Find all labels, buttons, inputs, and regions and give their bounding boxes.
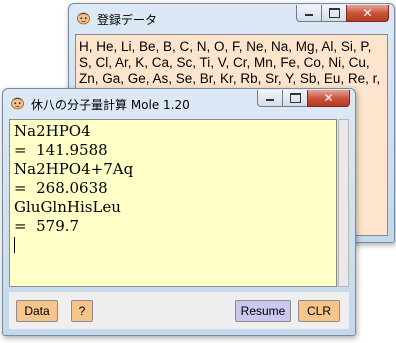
title-bar[interactable]: 休八の分子量計算 Mole 1.20 ✕ [3, 89, 355, 117]
minimize-icon [305, 14, 313, 16]
caption-buttons: ✕ [257, 90, 350, 108]
maximize-icon [329, 8, 340, 18]
face-icon [77, 12, 90, 25]
help-button[interactable]: ? [71, 300, 93, 322]
result-line: = 579.7 [14, 217, 80, 235]
title-bar[interactable]: 登録データ ✕ [69, 4, 394, 32]
caption-buttons: ✕ [296, 5, 389, 23]
result-line: = 141.9588 [14, 141, 108, 159]
clr-button[interactable]: CLR [298, 300, 340, 322]
window-title: 休八の分子量計算 Mole 1.20 [31, 98, 190, 112]
formula-line: Na2HPO4+7Aq [14, 160, 134, 178]
close-icon: ✕ [362, 6, 373, 20]
maximize-button[interactable] [282, 90, 307, 107]
maximize-icon [290, 93, 301, 103]
maximize-button[interactable] [321, 5, 346, 22]
minimize-icon [266, 99, 274, 101]
formula-input-area[interactable]: Na2HPO4 = 141.9588 Na2HPO4+7Aq = 268.063… [9, 119, 337, 287]
close-icon: ✕ [323, 91, 334, 105]
resume-button[interactable]: Resume [235, 300, 291, 322]
close-button[interactable]: ✕ [307, 90, 350, 107]
close-button[interactable]: ✕ [346, 5, 389, 22]
minimize-button[interactable] [296, 5, 321, 22]
vertical-scrollbar[interactable] [338, 119, 349, 287]
face-icon [11, 97, 24, 110]
minimize-button[interactable] [257, 90, 282, 107]
text-caret [14, 237, 15, 253]
formula-line: GluGlnHisLeu [14, 198, 121, 216]
formula-line: Na2HPO4 [14, 122, 91, 140]
result-line: = 268.0638 [14, 179, 108, 197]
window-title: 登録データ [97, 13, 158, 27]
mole-calculator-window: 休八の分子量計算 Mole 1.20 ✕ Na2HPO4 = 141.9588 … [2, 88, 356, 336]
data-button[interactable]: Data [16, 300, 58, 322]
input-line [14, 236, 336, 255]
button-bar: Data ? Resume CLR [9, 292, 349, 329]
